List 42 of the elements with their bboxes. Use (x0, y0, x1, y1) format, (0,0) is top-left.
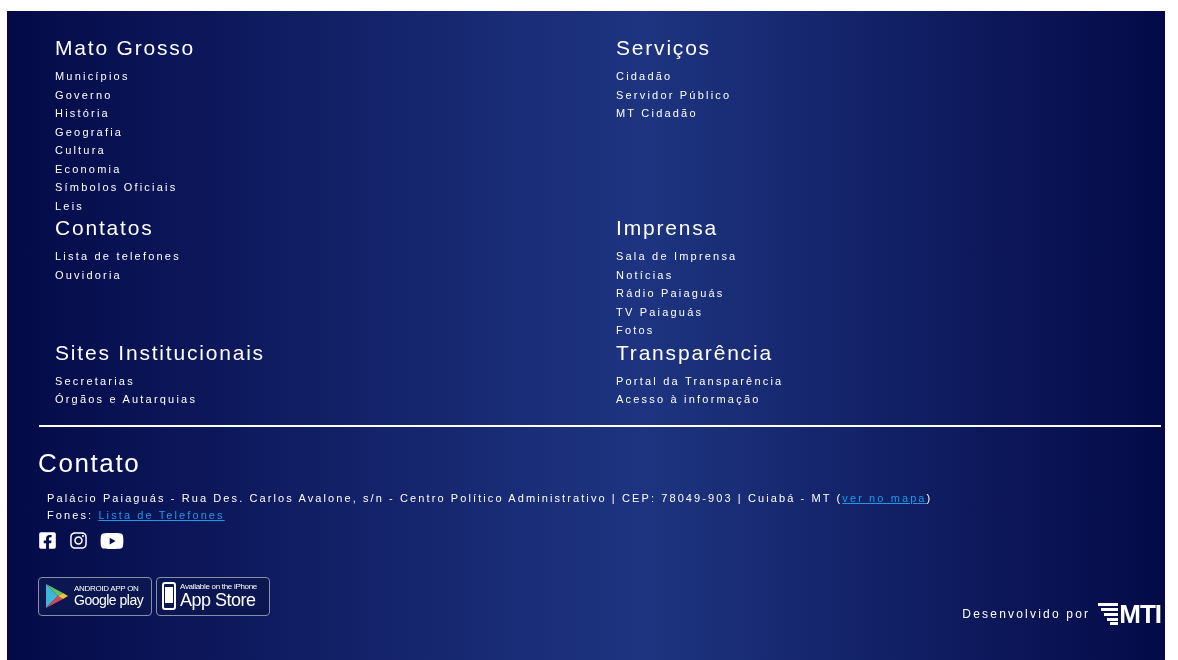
footer-link[interactable]: Símbolos Oficiais (55, 178, 178, 197)
section-heading: Transparência (616, 339, 773, 366)
section-heading: Imprensa (616, 215, 718, 241)
section-heading: Sites Institucionais (55, 339, 265, 366)
play-triangle-icon (44, 583, 70, 609)
map-link[interactable]: ver no mapa (842, 491, 927, 504)
app-badge[interactable]: Available on the iPhone App Store (156, 576, 270, 616)
footer-link[interactable]: Fotos (616, 321, 655, 340)
footer-link[interactable]: Notícias (616, 265, 674, 284)
footer-link[interactable]: Economia (55, 159, 122, 178)
footer-link[interactable]: Sala de Imprensa (616, 247, 738, 266)
address-text: Palácio Paiaguás - Rua Des. Carlos Avalone, s/n - Centro Político Administrativo | CEP: 78049-903 | Cuiabá - MT (ver no mapa) (46, 490, 933, 506)
footer-link[interactable]: Leis (55, 196, 84, 215)
footer-link[interactable]: Rádio Paiaguás (616, 284, 725, 303)
logo-text: MTI (1119, 601, 1161, 626)
section-heading: Contatos (55, 215, 154, 241)
footer-link[interactable]: Órgãos e Autarquias (55, 390, 198, 409)
footer-link[interactable]: Ouvidoria (55, 265, 122, 284)
footer-link[interactable]: TV Paiaguás (616, 302, 704, 321)
instagram-icon (69, 531, 88, 550)
footer-link[interactable]: MT Cidadão (616, 104, 698, 123)
footer-link[interactable]: Portal da Transparência (616, 371, 784, 390)
footer-link[interactable]: Cidadão (616, 67, 673, 86)
phones-text: Fones: Lista de Telefones (46, 507, 225, 523)
footer-link[interactable]: Municípios (55, 67, 130, 86)
section-heading: Mato Grosso (55, 35, 195, 61)
footer-link[interactable]: Geografia (55, 122, 124, 141)
footer-link[interactable]: Cultura (55, 141, 106, 160)
credit-text: Desenvolvido por (962, 606, 1091, 621)
stripes-icon (1098, 602, 1119, 625)
footer-link[interactable]: História (55, 104, 110, 123)
phones-link[interactable]: Lista de Telefones (98, 508, 225, 521)
footer-link[interactable]: Acesso à informação (616, 390, 761, 409)
footer-link[interactable]: Lista de telefones (55, 247, 181, 266)
footer-link[interactable]: Servidor Público (616, 85, 732, 104)
app-badge[interactable]: ANDROID APP ON Google play (38, 576, 152, 616)
section-heading: Serviços (616, 35, 711, 61)
footer-link[interactable]: Secretarias (55, 371, 135, 390)
facebook-icon (38, 531, 57, 550)
footer-link[interactable]: Governo (55, 85, 113, 104)
contact-heading: Contato (38, 446, 141, 479)
phone-icon (162, 582, 176, 610)
